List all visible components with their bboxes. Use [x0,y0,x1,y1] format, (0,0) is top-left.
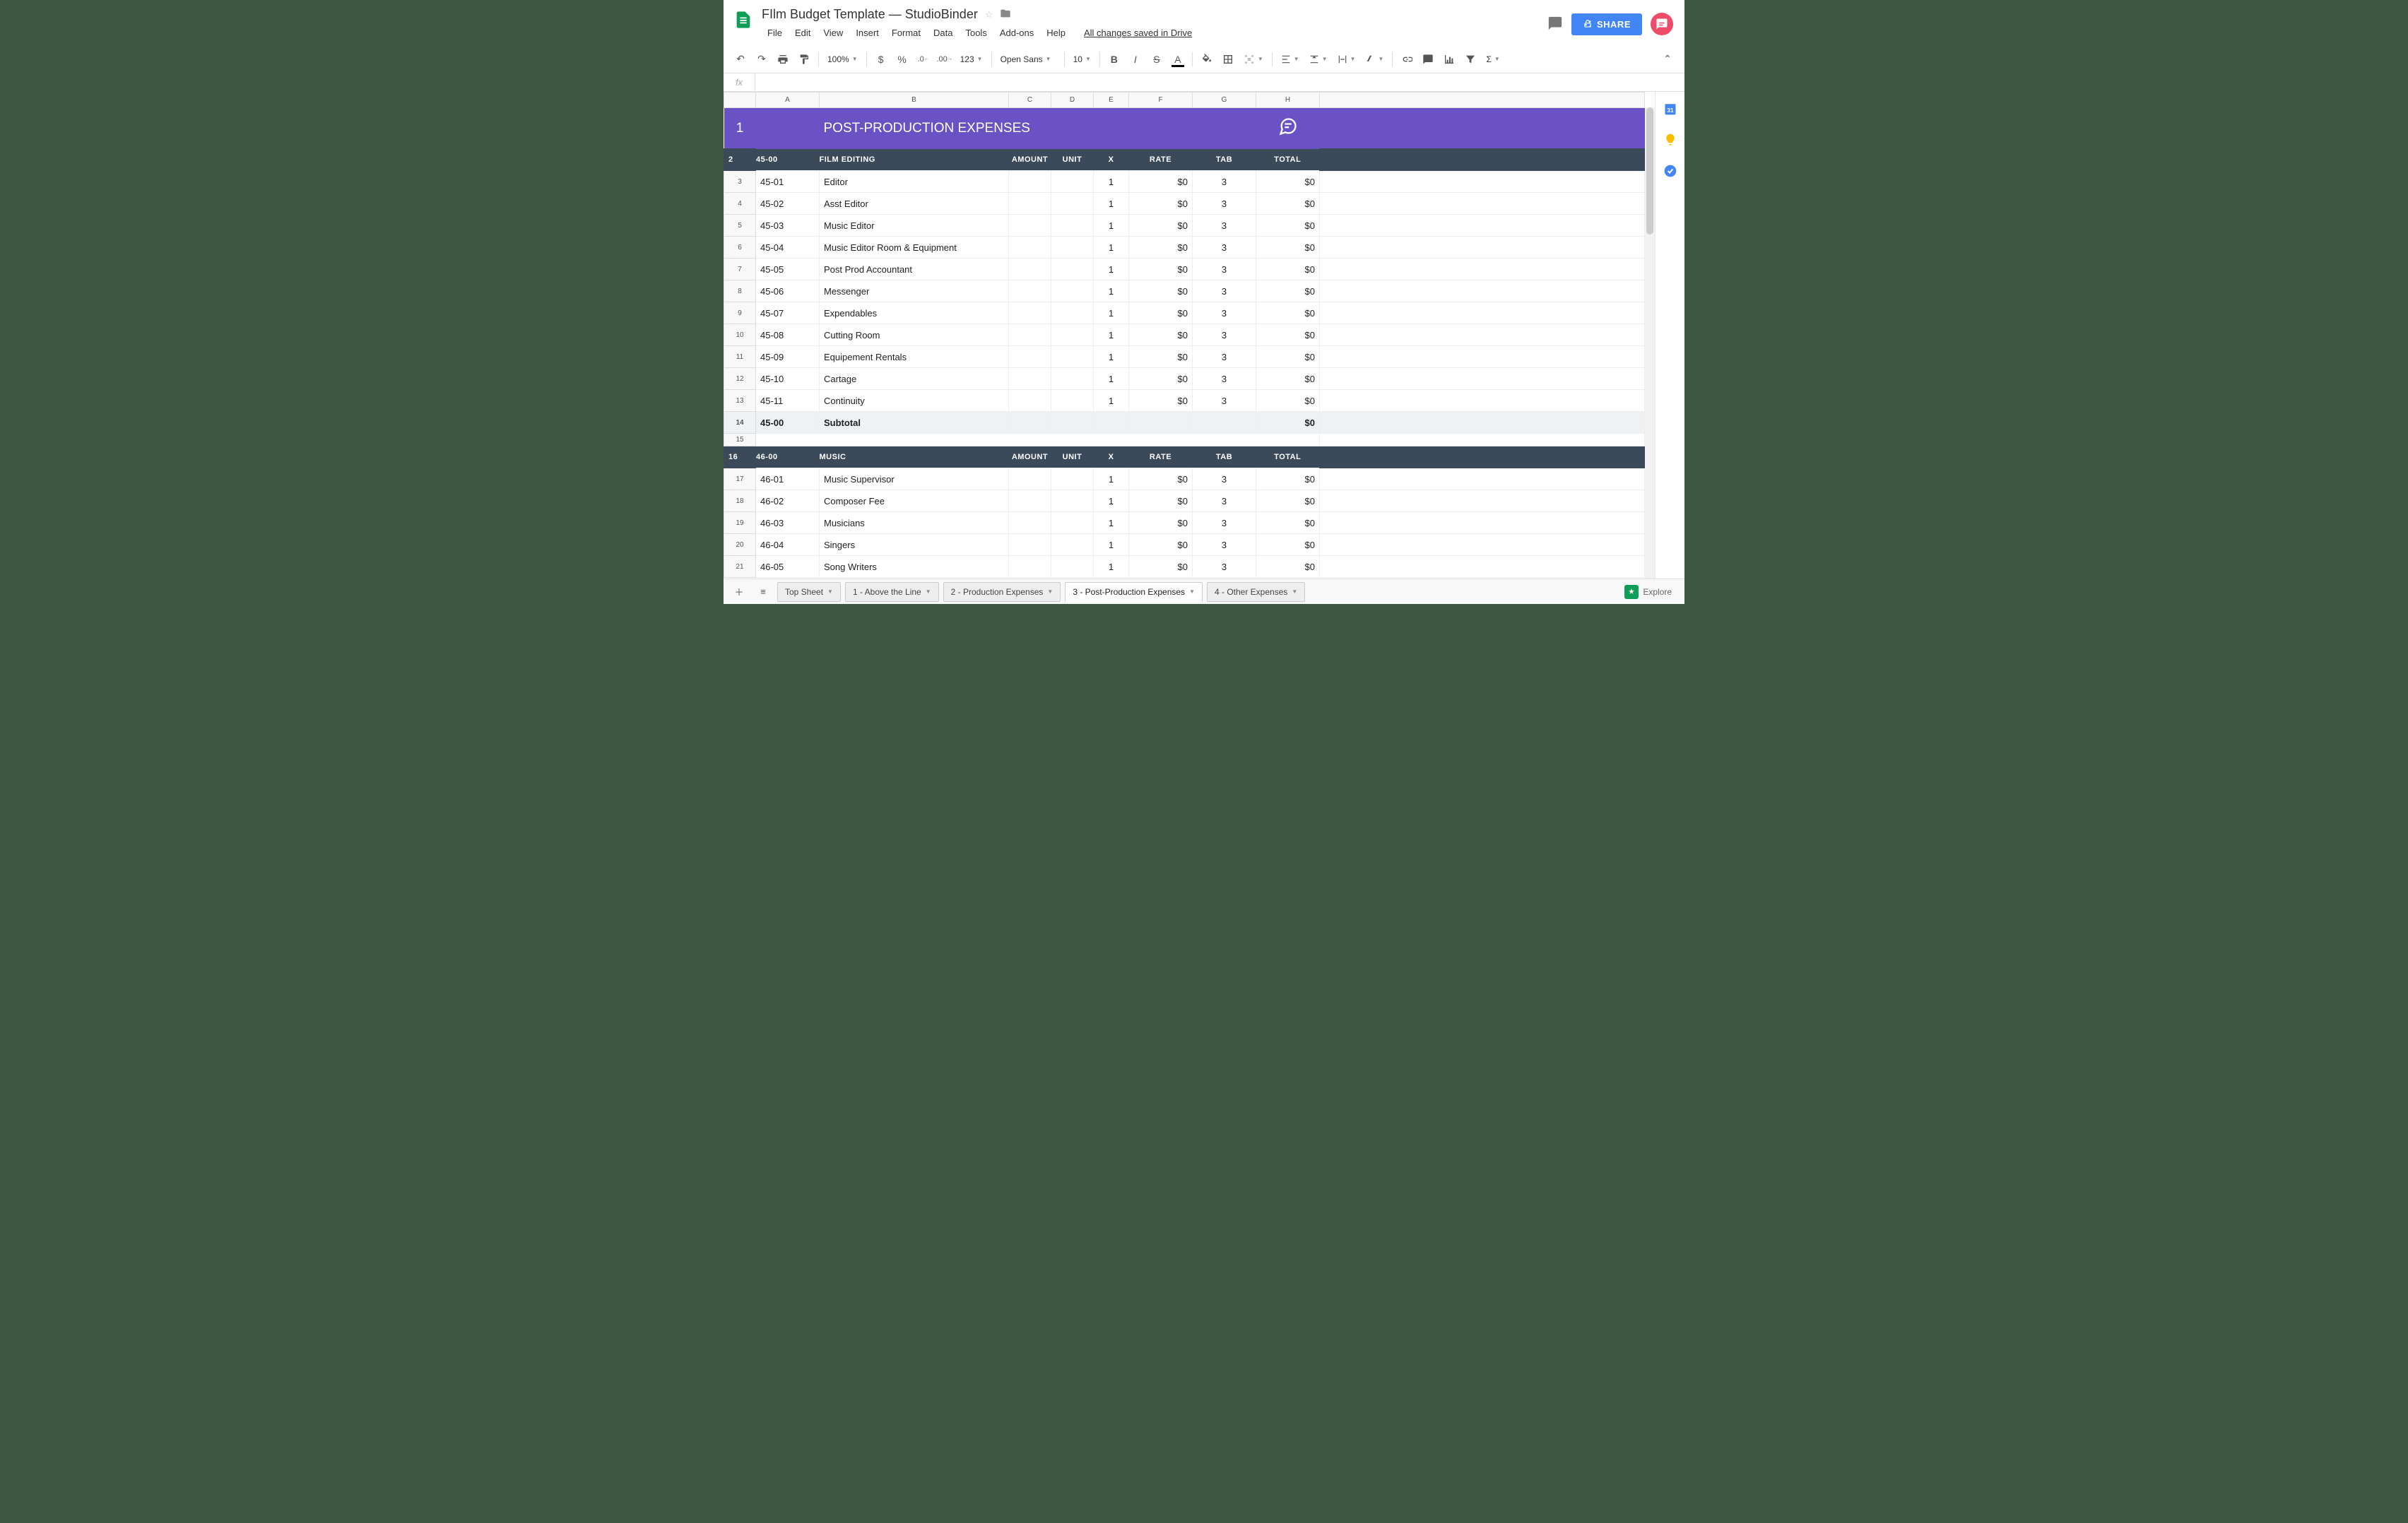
row-header[interactable]: 16 [724,446,756,468]
fx-icon: fx [724,73,755,91]
share-button[interactable]: SHARE [1571,13,1642,35]
borders-button[interactable] [1218,49,1238,69]
menu-help[interactable]: Help [1041,25,1071,41]
wrap-button[interactable]: ▼ [1333,49,1360,69]
save-status: All changes saved in Drive [1078,25,1198,41]
row-header[interactable]: 20 [724,534,756,556]
menu-format[interactable]: Format [886,25,926,41]
sheet-tab[interactable]: 3 - Post-Production Expenses▼ [1065,582,1203,602]
col-header[interactable]: D [1051,93,1094,108]
menu-view[interactable]: View [818,25,849,41]
percent-button[interactable]: % [892,49,912,69]
row-header[interactable]: 19 [724,512,756,534]
chart-button[interactable] [1439,49,1459,69]
vertical-scrollbar[interactable] [1645,107,1655,579]
text-color-button[interactable]: A [1168,49,1188,69]
star-icon[interactable]: ☆ [985,9,993,20]
col-header[interactable]: E [1094,93,1129,108]
col-header[interactable]: C [1009,93,1051,108]
menu-edit[interactable]: Edit [789,25,816,41]
row-header[interactable]: 4 [724,193,756,215]
row-header[interactable]: 10 [724,324,756,346]
halign-button[interactable]: ▼ [1277,49,1304,69]
row-header[interactable]: 3 [724,171,756,193]
row-header[interactable]: 18 [724,490,756,512]
row-header[interactable]: 8 [724,280,756,302]
row-header[interactable]: 17 [724,468,756,490]
increase-decimal-button[interactable]: .00→ [935,49,955,69]
menu-data[interactable]: Data [928,25,958,41]
row-header[interactable]: 6 [724,237,756,259]
filter-button[interactable] [1460,49,1480,69]
sheet-tab[interactable]: 4 - Other Expenses▼ [1207,582,1305,602]
link-button[interactable] [1397,49,1417,69]
chat-help-icon[interactable] [1651,13,1673,35]
bold-button[interactable]: B [1104,49,1124,69]
col-header[interactable]: F [1129,93,1193,108]
rotate-button[interactable]: ▼ [1362,49,1388,69]
sheet-tab[interactable]: Top Sheet▼ [777,582,841,602]
doc-title[interactable]: FIlm Budget Template — StudioBinder [762,7,978,22]
svg-text:31: 31 [1667,107,1674,114]
fontsize-select[interactable]: 10▼ [1069,49,1095,69]
merge-button[interactable]: ▼ [1239,49,1268,69]
col-header[interactable] [1320,93,1645,108]
col-header[interactable]: H [1256,93,1320,108]
menu-insert[interactable]: Insert [850,25,885,41]
more-formats-select[interactable]: 123 ▼ [956,49,987,69]
row-header[interactable]: 2 [724,149,756,171]
row-header[interactable]: 9 [724,302,756,324]
collapse-toolbar-icon[interactable]: ⌃ [1658,49,1677,69]
row-header[interactable]: 13 [724,390,756,412]
move-folder-icon[interactable] [1000,8,1011,21]
valign-button[interactable]: ▼ [1305,49,1332,69]
functions-button[interactable]: Σ▼ [1482,49,1504,69]
menubar: File Edit View Insert Format Data Tools … [762,23,1547,45]
select-all-corner[interactable] [724,93,756,108]
add-sheet-button[interactable]: ＋ [729,582,749,602]
row-header[interactable]: 7 [724,259,756,280]
sheet-tab[interactable]: 2 - Production Expenses▼ [943,582,1061,602]
fill-color-button[interactable] [1197,49,1217,69]
col-header[interactable]: B [820,93,1009,108]
row-header[interactable]: 5 [724,215,756,237]
calendar-icon[interactable]: 31 [1663,102,1677,116]
redo-button[interactable]: ↷ [752,49,772,69]
explore-button[interactable]: Explore [1617,582,1679,602]
menu-addons[interactable]: Add-ons [994,25,1039,41]
row-header[interactable]: 1 [724,108,756,149]
col-header[interactable]: G [1193,93,1256,108]
sheet-grid[interactable]: A B C D E F G H 1POST-PRODUCTION EXPENSE… [724,92,1655,579]
toolbar: ↶ ↷ 100%▼ $ % .0← .00→ 123 ▼ Open Sans▼ … [724,45,1684,73]
menu-tools[interactable]: Tools [960,25,992,41]
sheet-tab[interactable]: 1 - Above the Line▼ [845,582,939,602]
menu-file[interactable]: File [762,25,788,41]
print-button[interactable] [773,49,793,69]
currency-button[interactable]: $ [871,49,891,69]
paint-format-button[interactable] [794,49,814,69]
font-select[interactable]: Open Sans▼ [996,49,1060,69]
row-header[interactable]: 12 [724,368,756,390]
row-header[interactable]: 15 [724,434,756,446]
keep-icon[interactable] [1663,133,1677,147]
strike-button[interactable]: S [1147,49,1167,69]
decrease-decimal-button[interactable]: .0← [914,49,933,69]
zoom-select[interactable]: 100%▼ [823,49,862,69]
comments-icon[interactable] [1547,16,1563,33]
tasks-icon[interactable] [1663,164,1677,178]
row-header[interactable]: 21 [724,556,756,578]
row-header[interactable]: 14 [724,412,756,434]
italic-button[interactable]: I [1126,49,1145,69]
col-header[interactable]: A [756,93,820,108]
row-header[interactable]: 11 [724,346,756,368]
all-sheets-button[interactable]: ≡ [753,582,773,602]
sheets-logo-icon[interactable] [729,6,757,34]
comment-button[interactable] [1418,49,1438,69]
undo-button[interactable]: ↶ [731,49,750,69]
